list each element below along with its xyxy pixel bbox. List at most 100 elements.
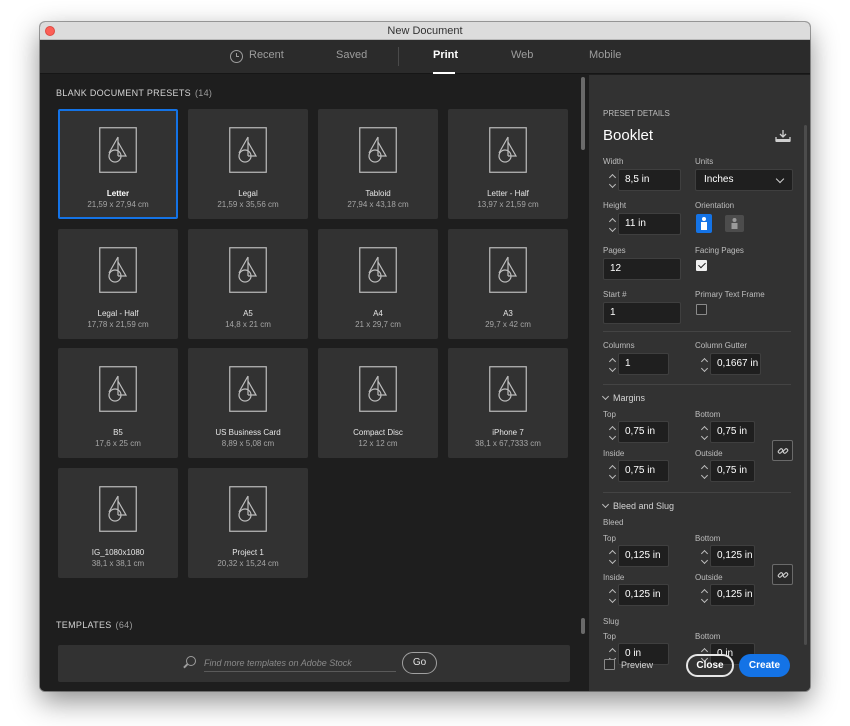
bleed-inside-input[interactable]: 0,125 in <box>618 584 669 606</box>
units-select[interactable]: Inches <box>695 169 793 191</box>
margins-disclosure[interactable]: Margins <box>601 392 645 403</box>
document-icon <box>99 486 137 532</box>
slug-label: Slug <box>603 617 620 626</box>
margin-inside-stepper[interactable] <box>608 462 618 482</box>
preset-tile[interactable]: A4 21 x 29,7 cm <box>318 229 438 339</box>
close-button[interactable]: Close <box>686 654 734 677</box>
preset-tile[interactable]: US Business Card 8,89 x 5,08 cm <box>188 348 308 458</box>
template-search-bar: Go <box>58 645 570 682</box>
column-gutter-input[interactable]: 0,1667 in <box>710 353 761 375</box>
bleed-label: Bleed <box>603 518 624 527</box>
new-document-dialog: New Document Recent Saved Print Web Mobi… <box>40 22 810 691</box>
columns-label: Columns <box>603 341 635 350</box>
tab-print[interactable]: Print <box>433 49 458 61</box>
preset-tile[interactable]: Tabloid 27,94 x 43,18 cm <box>318 109 438 219</box>
bleed-bottom-label: Bottom <box>695 534 721 543</box>
tab-recent[interactable]: Recent <box>249 49 284 61</box>
portrait-icon <box>701 217 707 230</box>
preview-checkbox[interactable] <box>604 659 615 670</box>
margin-bottom-stepper[interactable] <box>700 423 710 443</box>
preset-tile[interactable]: iPhone 7 38,1 x 67,7333 cm <box>448 348 568 458</box>
create-button[interactable]: Create <box>739 654 790 677</box>
margin-outside-input[interactable]: 0,75 in <box>710 460 755 482</box>
preset-tile[interactable]: A5 14,8 x 21 cm <box>188 229 308 339</box>
bleed-bottom-stepper[interactable] <box>700 547 710 567</box>
bleed-inside-stepper[interactable] <box>608 586 618 606</box>
preset-tile[interactable]: Letter 21,59 x 27,94 cm <box>58 109 178 219</box>
preset-tile[interactable]: A3 29,7 x 42 cm <box>448 229 568 339</box>
bleed-bottom-input[interactable]: 0,125 in <box>710 545 755 567</box>
preset-size-label: 8,89 x 5,08 cm <box>221 439 275 448</box>
go-button[interactable]: Go <box>402 652 437 674</box>
landscape-icon <box>731 218 738 229</box>
width-input[interactable]: 8,5 in <box>618 169 681 191</box>
preset-tile[interactable]: B5 17,6 x 25 cm <box>58 348 178 458</box>
preset-name-label: Legal <box>238 189 258 198</box>
document-icon <box>229 127 267 173</box>
margin-top-stepper[interactable] <box>608 423 618 443</box>
preset-size-label: 38,1 x 38,1 cm <box>91 559 145 568</box>
facing-pages-checkbox[interactable] <box>696 260 707 271</box>
link-margins-button[interactable] <box>772 440 793 461</box>
portrait-orientation-button[interactable] <box>696 214 712 233</box>
margin-outside-stepper[interactable] <box>700 462 710 482</box>
columns-input[interactable]: 1 <box>618 353 669 375</box>
link-bleed-button[interactable] <box>772 564 793 585</box>
templates-section-title: TEMPLATES <box>56 620 112 630</box>
margin-bottom-input[interactable]: 0,75 in <box>710 421 755 443</box>
bleed-outside-label: Outside <box>695 573 723 582</box>
bleed-outside-input[interactable]: 0,125 in <box>710 584 755 606</box>
preset-tile[interactable]: IG_1080x1080 38,1 x 38,1 cm <box>58 468 178 578</box>
preset-name-label: iPhone 7 <box>492 428 524 437</box>
preset-name-label: IG_1080x1080 <box>91 548 145 557</box>
preset-name[interactable]: Booklet <box>603 127 653 144</box>
bleed-top-input[interactable]: 0,125 in <box>618 545 669 567</box>
tab-mobile[interactable]: Mobile <box>589 49 621 61</box>
start-page-label: Start # <box>603 290 627 299</box>
presets-scrollbar-end[interactable] <box>581 618 585 634</box>
bleed-slug-title: Bleed and Slug <box>613 501 675 511</box>
bleed-slug-disclosure[interactable]: Bleed and Slug <box>601 500 675 511</box>
details-scrollbar-thumb[interactable] <box>804 125 807 645</box>
preset-details-pane: PRESET DETAILS Booklet Width 8,5 in Unit… <box>589 75 810 691</box>
window-title: New Document <box>387 25 463 37</box>
document-icon <box>229 247 267 293</box>
primary-text-frame-checkbox[interactable] <box>696 304 707 315</box>
preset-name-label: Legal - Half <box>97 309 139 318</box>
divider <box>603 384 791 385</box>
preset-tile[interactable]: Legal 21,59 x 35,56 cm <box>188 109 308 219</box>
preset-tile[interactable]: Project 1 20,32 x 15,24 cm <box>188 468 308 578</box>
template-search-input[interactable] <box>204 654 396 672</box>
landscape-orientation-button[interactable] <box>725 215 744 232</box>
document-icon <box>489 127 527 173</box>
save-preset-icon[interactable] <box>774 129 792 143</box>
pages-input[interactable]: 12 <box>603 258 681 280</box>
preset-name-label: B5 <box>113 428 123 437</box>
title-bar: New Document <box>40 22 810 40</box>
preset-size-label: 21 x 29,7 cm <box>355 320 401 329</box>
bleed-top-stepper[interactable] <box>608 547 618 567</box>
presets-section-header: BLANK DOCUMENT PRESETS (14) <box>56 88 212 98</box>
clock-icon <box>230 50 243 63</box>
preset-name-label: Letter - Half <box>487 189 529 198</box>
preset-tile[interactable]: Letter - Half 13,97 x 21,59 cm <box>448 109 568 219</box>
height-input[interactable]: 11 in <box>618 213 681 235</box>
start-page-input[interactable]: 1 <box>603 302 681 324</box>
margin-inside-input[interactable]: 0,75 in <box>618 460 669 482</box>
preset-tile[interactable]: Compact Disc 12 x 12 cm <box>318 348 438 458</box>
gutter-stepper[interactable] <box>700 355 710 375</box>
preset-tile[interactable]: Legal - Half 17,78 x 21,59 cm <box>58 229 178 339</box>
height-stepper[interactable] <box>608 215 618 235</box>
margin-top-input[interactable]: 0,75 in <box>618 421 669 443</box>
preset-size-label: 29,7 x 42 cm <box>485 320 531 329</box>
bleed-outside-stepper[interactable] <box>700 586 710 606</box>
tab-saved[interactable]: Saved <box>336 49 367 61</box>
columns-stepper[interactable] <box>608 355 618 375</box>
tab-web[interactable]: Web <box>511 49 533 61</box>
document-icon <box>229 366 267 412</box>
facing-pages-label: Facing Pages <box>695 246 744 255</box>
presets-scrollbar-thumb[interactable] <box>581 77 585 150</box>
preset-name-label: Compact Disc <box>353 428 403 437</box>
margin-bottom-label: Bottom <box>695 410 721 419</box>
preset-name-label: Letter <box>106 189 130 198</box>
